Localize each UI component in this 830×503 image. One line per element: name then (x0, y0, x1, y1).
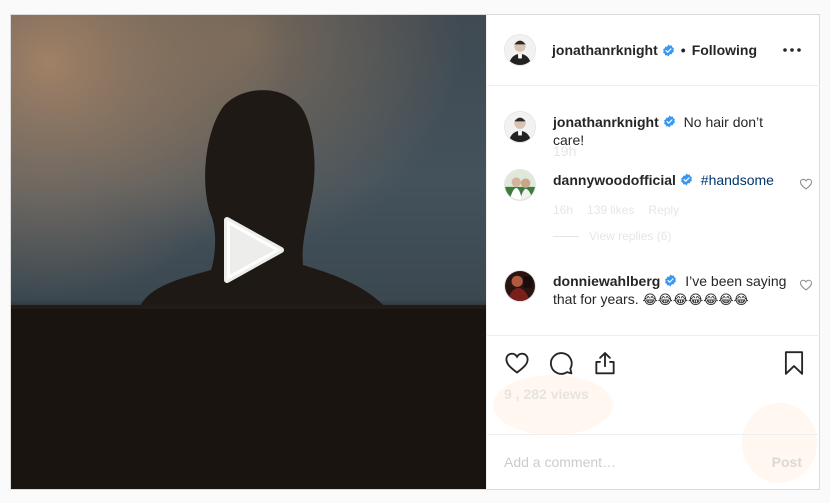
author-username[interactable]: jonathanrknight (552, 42, 658, 58)
comment-timestamp[interactable]: 16h (553, 203, 573, 217)
heart-icon (799, 178, 813, 190)
comment-timestamp[interactable]: 19h (553, 143, 576, 159)
comment-username[interactable]: donniewahlberg (553, 273, 660, 289)
reply-button[interactable]: Reply (648, 203, 679, 217)
like-button[interactable] (504, 350, 530, 376)
post-card: jonathanrknight • Following jonathanrkni… (10, 14, 820, 490)
share-icon (595, 352, 615, 375)
comment-body: jonathanrknight No hair don’t care! (553, 113, 788, 149)
add-comment-bar: Post (487, 434, 820, 489)
verified-badge-icon (664, 274, 677, 287)
avatar[interactable] (504, 111, 536, 143)
view-count[interactable]: 9 , 282 views (504, 386, 589, 402)
comment-meta: 19h (553, 143, 576, 159)
comment-button[interactable] (548, 350, 574, 376)
like-comment-button[interactable] (799, 177, 813, 191)
post-header: jonathanrknight • Following (487, 15, 820, 86)
video-player[interactable] (11, 15, 486, 489)
comment-input[interactable] (504, 454, 744, 470)
heart-icon (799, 279, 813, 291)
replies-divider (553, 235, 579, 237)
comment-body: dannywoodofficial #handsome (553, 171, 788, 189)
comment-likes[interactable]: 139 likes (587, 203, 634, 217)
view-replies-button[interactable]: View replies (6) (553, 229, 671, 243)
bookmark-icon (784, 351, 804, 375)
play-icon (224, 217, 284, 283)
avatar[interactable] (504, 34, 536, 66)
view-replies-label: View replies (6) (589, 229, 672, 243)
avatar[interactable] (504, 169, 536, 201)
verified-badge-icon (663, 115, 676, 128)
comment-username[interactable]: jonathanrknight (553, 114, 659, 130)
play-button[interactable] (215, 212, 291, 288)
post-side-panel: jonathanrknight • Following jonathanrkni… (486, 15, 820, 489)
blurred-overlay (493, 375, 613, 435)
following-button[interactable]: Following (692, 42, 757, 58)
hashtag-link[interactable]: #handsome (701, 172, 774, 188)
avatar[interactable] (504, 270, 536, 302)
more-icon (783, 48, 801, 52)
verified-badge-icon (662, 44, 675, 57)
comment-icon (550, 352, 573, 375)
like-comment-button[interactable] (799, 278, 813, 292)
post-comment-button[interactable]: Post (772, 454, 802, 470)
heart-icon (505, 352, 529, 374)
comments-list[interactable]: jonathanrknight No hair don’t care! 19h … (487, 87, 820, 336)
comment-username[interactable]: dannywoodofficial (553, 172, 676, 188)
separator-dot: • (680, 42, 686, 58)
comment-meta: 16h 139 likes Reply (553, 203, 679, 217)
comment-emojis: 😂😂😂😂😂😂😂 (642, 292, 749, 307)
share-button[interactable] (592, 350, 618, 376)
save-button[interactable] (781, 350, 807, 376)
verified-badge-icon (680, 173, 693, 186)
comment-body: donniewahlberg I’ve been saying that for… (553, 272, 788, 309)
more-options-button[interactable] (782, 40, 802, 60)
